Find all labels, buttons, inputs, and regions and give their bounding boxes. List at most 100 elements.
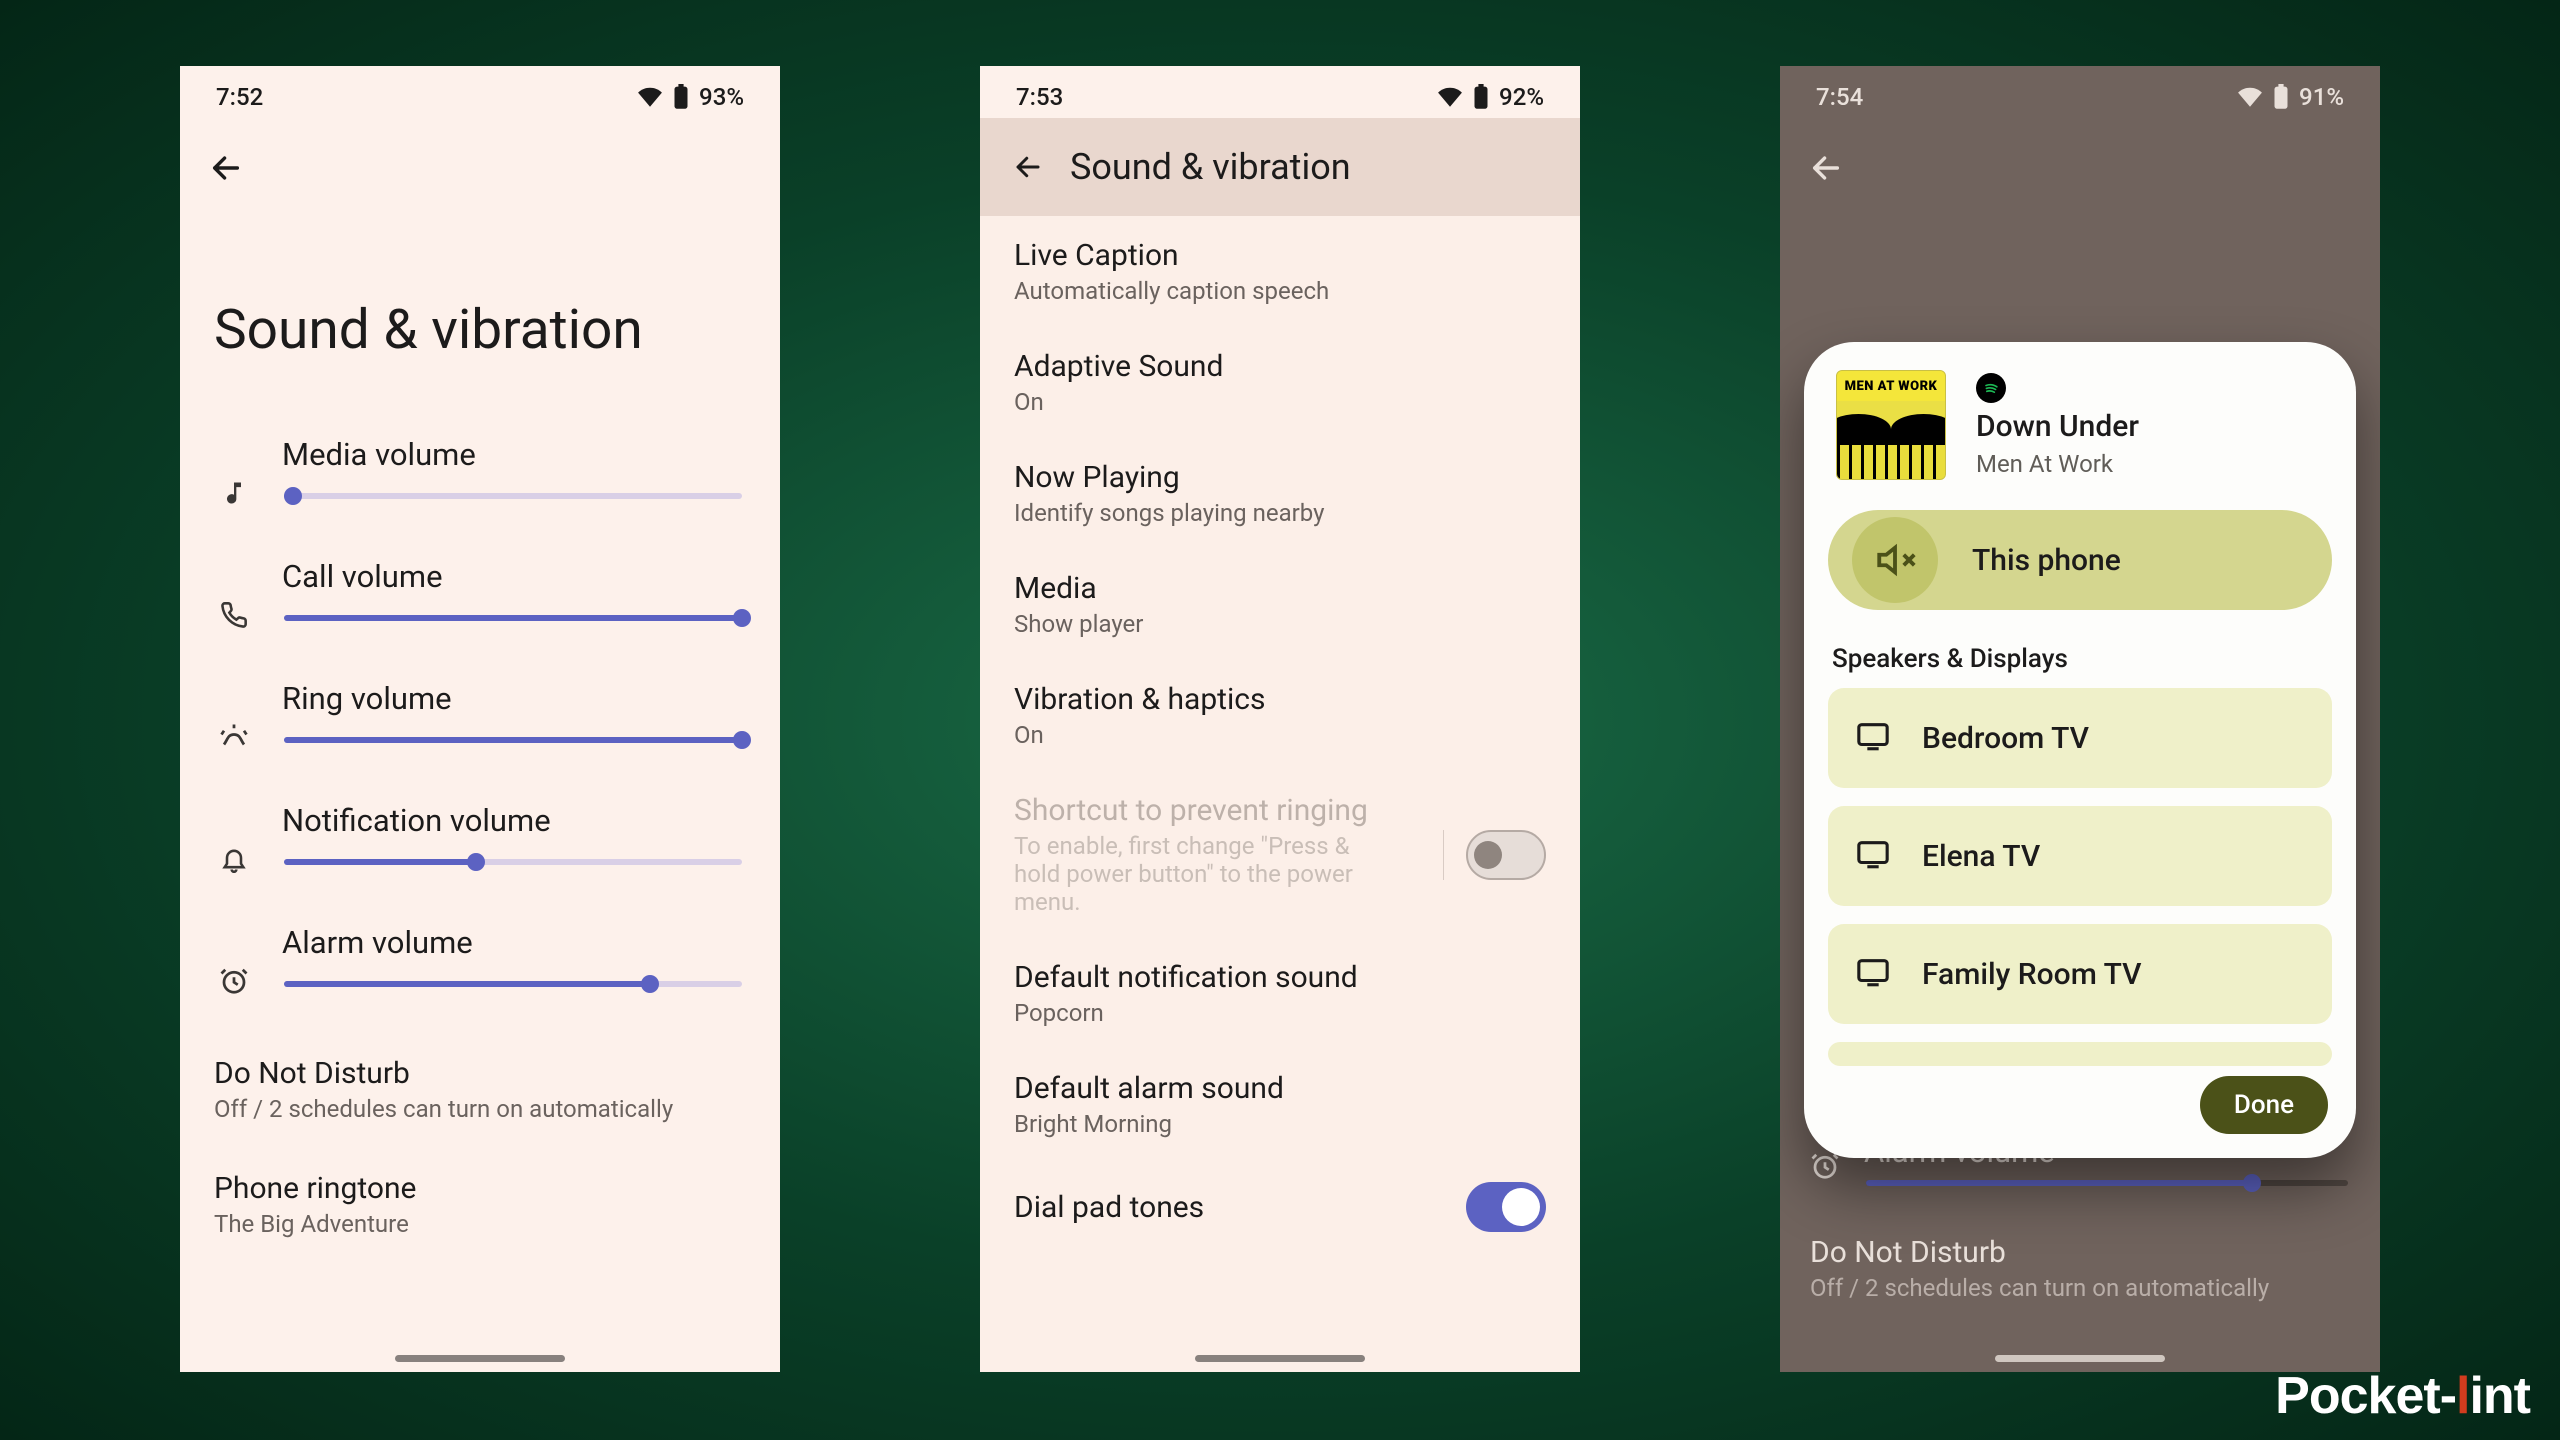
- track-artist: Men At Work: [1976, 450, 2139, 478]
- screenshot-3: 7:54 91% Alarm volume D: [1780, 66, 2380, 1372]
- device-peek[interactable]: [1828, 1042, 2332, 1066]
- ringtone-row[interactable]: Phone ringtone The Big Adventure: [180, 1147, 780, 1262]
- spotify-icon: [1976, 373, 2006, 403]
- device-family-room-tv[interactable]: Family Room TV: [1828, 924, 2332, 1024]
- adaptive-sound-label: Adaptive Sound: [1014, 349, 1546, 384]
- adaptive-sound-sub: On: [1014, 388, 1546, 416]
- media-label: Media: [1014, 571, 1546, 606]
- ring-icon: [216, 704, 252, 770]
- status-time: 7:52: [216, 83, 263, 111]
- back-button[interactable]: [1008, 147, 1048, 187]
- vibration-label: Vibration & haptics: [1014, 682, 1546, 717]
- alarm-volume-row[interactable]: Alarm volume: [180, 910, 780, 1032]
- gesture-bar[interactable]: [395, 1355, 565, 1362]
- ring-volume-label: Ring volume: [282, 680, 744, 717]
- media-volume-row[interactable]: Media volume: [180, 422, 780, 544]
- status-bar: 7:54 91%: [1780, 66, 2380, 118]
- battery-icon: [1473, 84, 1489, 110]
- shortcut-ring-label: Shortcut to prevent ringing: [1014, 793, 1411, 828]
- wifi-icon: [637, 87, 663, 107]
- gesture-bar[interactable]: [1995, 1355, 2165, 1362]
- screenshot-1: 7:52 93% Sound & vibration Media volume: [180, 66, 780, 1372]
- bell-icon: [216, 826, 252, 892]
- ringtone-label: Phone ringtone: [214, 1171, 746, 1206]
- alarm-sound-sub: Bright Morning: [1014, 1110, 1546, 1138]
- alarm-volume-label: Alarm volume: [282, 924, 744, 961]
- status-time: 7:54: [1816, 83, 1863, 111]
- dnd-row[interactable]: Do Not Disturb Off / 2 schedules can tur…: [180, 1032, 780, 1147]
- vibration-sub: On: [1014, 721, 1546, 749]
- battery-percent: 91%: [2299, 83, 2344, 111]
- album-banner: MEN AT WORK: [1837, 371, 1945, 401]
- call-volume-label: Call volume: [282, 558, 744, 595]
- alarm-volume-slider[interactable]: [284, 981, 742, 987]
- media-row[interactable]: Media Show player: [980, 549, 1580, 660]
- media-sub: Show player: [1014, 610, 1546, 638]
- live-caption-label: Live Caption: [1014, 238, 1546, 273]
- notification-volume-row[interactable]: Notification volume: [180, 788, 780, 910]
- adaptive-sound-row[interactable]: Adaptive Sound On: [980, 327, 1580, 438]
- ring-volume-row[interactable]: Ring volume: [180, 666, 780, 788]
- shortcut-ring-toggle: [1466, 830, 1546, 880]
- header: [1780, 118, 2380, 208]
- call-volume-row[interactable]: Call volume: [180, 544, 780, 666]
- battery-icon: [2273, 84, 2289, 110]
- bg-alarm-slider: [1866, 1180, 2348, 1186]
- back-button[interactable]: [206, 148, 246, 188]
- alarm-icon: [216, 948, 252, 1014]
- live-caption-row[interactable]: Live Caption Automatically caption speec…: [980, 216, 1580, 327]
- notification-sound-row[interactable]: Default notification sound Popcorn: [980, 938, 1580, 1049]
- status-bar: 7:53 92%: [980, 66, 1580, 118]
- status-bar: 7:52 93%: [180, 66, 780, 118]
- shortcut-ring-sub: To enable, first change "Press & hold po…: [1014, 832, 1374, 916]
- bg-dnd-sub: Off / 2 schedules can turn on automatica…: [1810, 1274, 2350, 1302]
- now-playing-row[interactable]: Now Playing Identify songs playing nearb…: [980, 438, 1580, 549]
- notification-sound-label: Default notification sound: [1014, 960, 1546, 995]
- ring-volume-slider[interactable]: [284, 737, 742, 743]
- notification-volume-slider[interactable]: [284, 859, 742, 865]
- device-bedroom-tv[interactable]: Bedroom TV: [1828, 688, 2332, 788]
- notification-sound-sub: Popcorn: [1014, 999, 1546, 1027]
- shortcut-ring-row: Shortcut to prevent ringing To enable, f…: [980, 771, 1580, 938]
- bg-dnd-label: Do Not Disturb: [1810, 1235, 2350, 1270]
- battery-percent: 93%: [699, 83, 744, 111]
- gesture-bar[interactable]: [1195, 1355, 1365, 1362]
- volume-muted-icon: [1852, 517, 1938, 603]
- dnd-label: Do Not Disturb: [214, 1056, 746, 1091]
- wifi-icon: [2237, 87, 2263, 107]
- call-volume-slider[interactable]: [284, 615, 742, 621]
- header: [180, 118, 780, 208]
- this-phone-output[interactable]: This phone: [1828, 510, 2332, 610]
- section-speakers: Speakers & Displays: [1828, 640, 2332, 688]
- page-title: Sound & vibration: [1070, 146, 1351, 188]
- alarm-sound-row[interactable]: Default alarm sound Bright Morning: [980, 1049, 1580, 1160]
- phone-icon: [216, 582, 252, 648]
- tv-icon: [1856, 837, 1890, 875]
- notification-volume-label: Notification volume: [282, 802, 744, 839]
- device-elena-tv[interactable]: Elena TV: [1828, 806, 2332, 906]
- header: Sound & vibration: [980, 118, 1580, 216]
- media-volume-label: Media volume: [282, 436, 744, 473]
- tv-icon: [1856, 719, 1890, 757]
- done-button[interactable]: Done: [2200, 1076, 2328, 1134]
- battery-icon: [673, 84, 689, 110]
- media-volume-slider[interactable]: [284, 493, 742, 499]
- dial-pad-tones-label: Dial pad tones: [1014, 1190, 1411, 1225]
- live-caption-sub: Automatically caption speech: [1014, 277, 1546, 305]
- vibration-row[interactable]: Vibration & haptics On: [980, 660, 1580, 771]
- now-playing-label: Now Playing: [1014, 460, 1546, 495]
- battery-percent: 92%: [1499, 83, 1544, 111]
- dial-pad-tones-toggle[interactable]: [1466, 1182, 1546, 1232]
- alarm-sound-label: Default alarm sound: [1014, 1071, 1546, 1106]
- back-button[interactable]: [1806, 148, 1846, 188]
- dial-pad-tones-row[interactable]: Dial pad tones: [980, 1160, 1580, 1254]
- media-output-sheet: MEN AT WORK Down Under Men At Work This …: [1804, 342, 2356, 1158]
- this-phone-label: This phone: [1972, 543, 2121, 578]
- alarm-icon: [1810, 1151, 1840, 1185]
- track-title: Down Under: [1976, 409, 2139, 444]
- watermark: Pocket-lint: [2275, 1366, 2530, 1426]
- device-label: Bedroom TV: [1922, 721, 2089, 756]
- screenshot-2: 7:53 92% Sound & vibration Live Caption …: [980, 66, 1580, 1372]
- music-note-icon: [216, 460, 252, 526]
- ringtone-sub: The Big Adventure: [214, 1210, 746, 1238]
